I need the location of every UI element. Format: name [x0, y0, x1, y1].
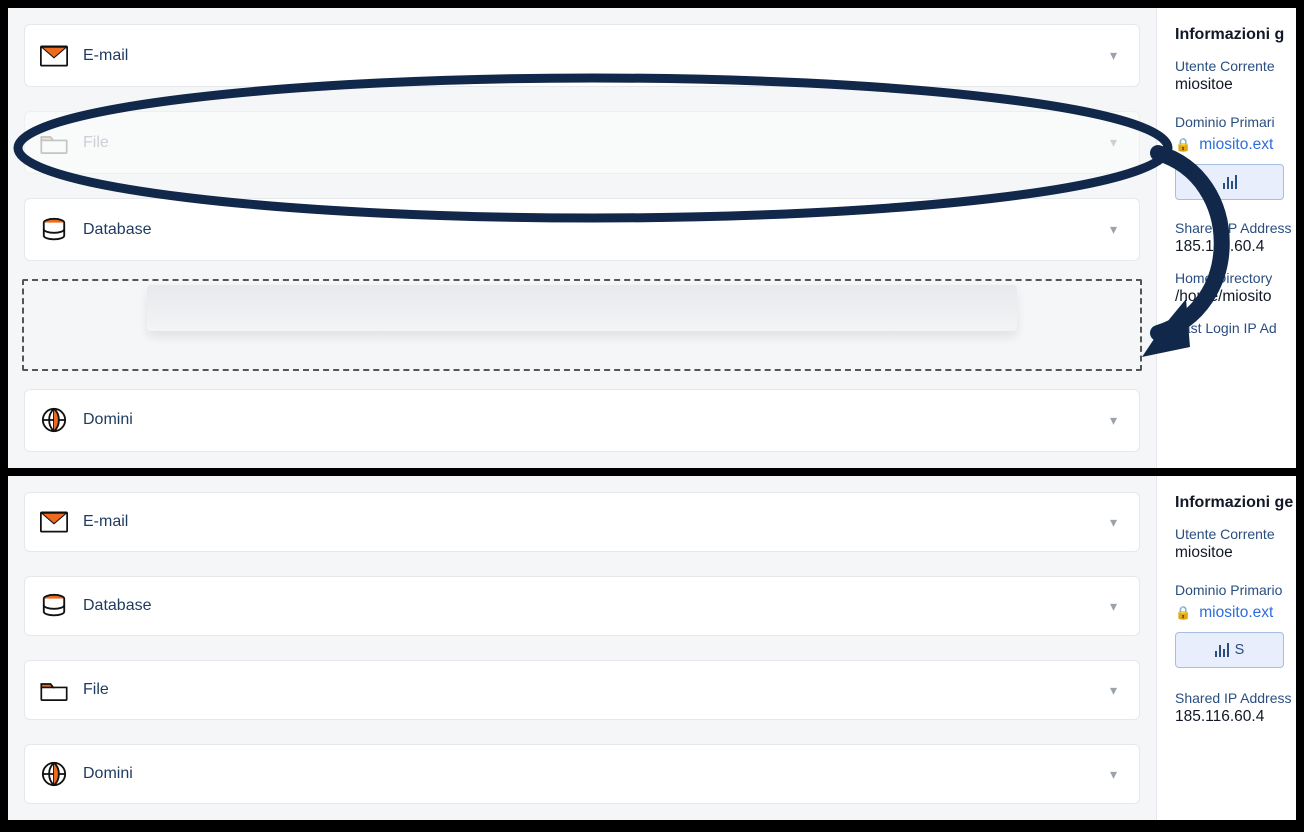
lock-icon: 🔒 — [1175, 137, 1191, 152]
card-label: E-mail — [83, 47, 1110, 65]
card-email[interactable]: E-mail ▾ — [24, 492, 1140, 552]
chevron-down-icon: ▾ — [1110, 682, 1117, 699]
sidebar-info: Informazioni g Utente Corrente miositoe … — [1156, 8, 1296, 468]
bars-icon — [1223, 175, 1237, 189]
home-dir-label: Home Directory — [1175, 270, 1284, 286]
chevron-down-icon: ▾ — [1110, 47, 1117, 64]
chevron-down-icon: ▾ — [1110, 514, 1117, 531]
globe-icon — [39, 405, 69, 435]
card-database[interactable]: Database ▾ — [24, 576, 1140, 636]
chevron-down-icon: ▾ — [1110, 134, 1117, 151]
card-file[interactable]: File ▾ — [24, 660, 1140, 720]
database-icon — [39, 215, 69, 245]
folder-icon — [39, 675, 69, 705]
card-label: E-mail — [83, 513, 1110, 531]
shared-ip-label: Shared IP Address — [1175, 690, 1284, 706]
shared-ip-label: Shared IP Address — [1175, 220, 1284, 236]
folder-icon — [39, 128, 69, 158]
current-user-label: Utente Corrente — [1175, 58, 1284, 74]
chevron-down-icon: ▾ — [1110, 412, 1117, 429]
stats-button[interactable]: S — [1175, 632, 1284, 668]
card-label: File — [83, 134, 1110, 152]
shared-ip-value: 185.116.60.4 — [1175, 238, 1284, 256]
current-user-label: Utente Corrente — [1175, 526, 1284, 542]
primary-domain-link[interactable]: miosito.ext — [1199, 136, 1273, 153]
globe-icon — [39, 759, 69, 789]
main-column: E-mail ▾ File ▾ Database ▾ — [8, 8, 1156, 468]
stats-button[interactable] — [1175, 164, 1284, 200]
card-domini[interactable]: Domini ▾ — [24, 389, 1140, 452]
card-email[interactable]: E-mail ▾ — [24, 24, 1140, 87]
primary-domain-label: Dominio Primari — [1175, 114, 1284, 130]
current-user-value: miositoe — [1175, 544, 1284, 562]
sidebar-heading: Informazioni ge — [1175, 494, 1284, 512]
database-icon — [39, 591, 69, 621]
chevron-down-icon: ▾ — [1110, 598, 1117, 615]
card-label: Database — [83, 597, 1110, 615]
card-label: Database — [83, 221, 1110, 239]
chevron-down-icon: ▾ — [1110, 221, 1117, 238]
home-dir-value: /home/miosito — [1175, 288, 1284, 306]
drop-zone[interactable] — [22, 279, 1142, 371]
panel-before: E-mail ▾ File ▾ Database ▾ — [8, 8, 1296, 468]
card-label: File — [83, 681, 1110, 699]
current-user-value: miositoe — [1175, 76, 1284, 94]
drop-placeholder — [147, 285, 1017, 331]
bars-icon — [1215, 643, 1229, 657]
chevron-down-icon: ▾ — [1110, 766, 1117, 783]
main-column: E-mail ▾ Database ▾ File ▾ — [8, 476, 1156, 820]
card-label: Domini — [83, 411, 1110, 429]
last-login-label: Last Login IP Ad — [1175, 320, 1284, 336]
card-file-dragging[interactable]: File ▾ — [24, 111, 1140, 174]
card-database[interactable]: Database ▾ — [24, 198, 1140, 261]
primary-domain-label: Dominio Primario — [1175, 582, 1284, 598]
primary-domain-link[interactable]: miosito.ext — [1199, 604, 1273, 621]
panel-after: E-mail ▾ Database ▾ File ▾ — [8, 476, 1296, 820]
lock-icon: 🔒 — [1175, 605, 1191, 620]
mail-icon — [39, 507, 69, 537]
sidebar-heading: Informazioni g — [1175, 26, 1284, 44]
card-label: Domini — [83, 765, 1110, 783]
mail-icon — [39, 41, 69, 71]
card-domini[interactable]: Domini ▾ — [24, 744, 1140, 804]
sidebar-info: Informazioni ge Utente Corrente miositoe… — [1156, 476, 1296, 820]
shared-ip-value: 185.116.60.4 — [1175, 708, 1284, 726]
